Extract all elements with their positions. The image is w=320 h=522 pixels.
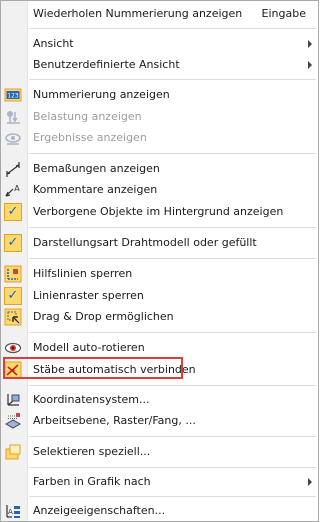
menu-item-label: Ergebnisse anzeigen (33, 131, 147, 144)
menu-item-work-plane[interactable]: Arbeitsebene, Raster/Fang, ... (1, 410, 318, 432)
menu-item-select-special[interactable]: Selektieren speziell... (1, 441, 318, 463)
menu-item-wireframe-or-solid[interactable]: ✓ Darstellungsart Drahtmodell oder gefül… (1, 232, 318, 254)
menu-item-coordinate-system[interactable]: Koordinatensystem... (1, 389, 318, 411)
separator (29, 153, 316, 154)
svg-text:A: A (8, 508, 13, 516)
separator (29, 467, 316, 468)
menu-item-show-numbering[interactable]: 123 Nummerierung anzeigen (1, 84, 318, 106)
menu-item-label: Koordinatensystem... (33, 393, 150, 406)
svg-text:A: A (14, 184, 20, 193)
checkmark-icon: ✓ (4, 287, 22, 305)
menu-item-show-dimensions[interactable]: Bemaßungen anzeigen (1, 158, 318, 180)
work-plane-icon (4, 413, 22, 429)
menu-item-label: Verborgene Objekte im Hintergrund anzeig… (33, 205, 284, 218)
menu-item-display-properties[interactable]: A Anzeigeeigenschaften... (1, 500, 318, 522)
menu-item-show-load[interactable]: Belastung anzeigen (1, 106, 318, 128)
menu-item-custom-view[interactable]: Benutzerdefinierte Ansicht (1, 54, 318, 76)
menu-item-label: Selektieren speziell... (33, 445, 151, 458)
dimension-icon (6, 162, 20, 177)
menu-item-auto-rotate[interactable]: Modell auto-rotieren (1, 337, 318, 359)
menu-item-label: Wiederholen Nummerierung anzeigen (33, 7, 243, 20)
menu-item-label: Arbeitsebene, Raster/Fang, ... (33, 414, 196, 427)
menu-item-label: Kommentare anzeigen (33, 183, 158, 196)
submenu-arrow-icon (308, 40, 312, 48)
eye-rotate-icon (4, 342, 22, 354)
separator (29, 227, 316, 228)
highlight-frame (3, 357, 183, 379)
separator (29, 385, 316, 386)
menu-item-view[interactable]: Ansicht (1, 33, 318, 55)
svg-text:123: 123 (7, 93, 19, 100)
menu-item-label: Anzeigeeigenschaften... (33, 504, 166, 517)
menu-item-label: Hilfslinien sperren (33, 267, 133, 280)
separator (29, 79, 316, 80)
select-special-icon (5, 444, 21, 460)
menu-item-show-comments[interactable]: A Kommentare anzeigen (1, 179, 318, 201)
results-icon (5, 133, 21, 145)
separator (29, 436, 316, 437)
menu-item-label: Modell auto-rotieren (33, 341, 145, 354)
load-icon (7, 111, 20, 124)
menu-item-label: Bemaßungen anzeigen (33, 162, 160, 175)
menu-item-show-hidden-objects[interactable]: ✓ Verborgene Objekte im Hintergrund anze… (1, 201, 318, 223)
separator (29, 332, 316, 333)
submenu-arrow-icon (308, 478, 312, 486)
checkmark-icon: ✓ (4, 234, 22, 252)
menu-item-label: Farben in Grafik nach (33, 475, 151, 488)
menu-item-label: Darstellungsart Drahtmodell oder gefüllt (33, 236, 257, 249)
comment-icon: A (5, 184, 20, 197)
menu-item-show-results[interactable]: Ergebnisse anzeigen (1, 127, 318, 149)
checkmark-icon: ✓ (4, 203, 22, 221)
separator (29, 496, 316, 497)
context-menu: Wiederholen Nummerierung anzeigen Eingab… (0, 0, 319, 522)
menu-item-label: Linienraster sperren (33, 289, 144, 302)
menu-item-drag-drop[interactable]: Drag & Drop ermöglichen (1, 306, 318, 328)
submenu-arrow-icon (308, 61, 312, 69)
menu-item-colors-in-graphics[interactable]: Farben in Grafik nach (1, 471, 318, 493)
menu-item-label: Benutzerdefinierte Ansicht (33, 58, 180, 71)
menu-item-lock-grid[interactable]: ✓ Linienraster sperren (1, 285, 318, 307)
menu-item-lock-guidelines[interactable]: Hilfslinien sperren (1, 263, 318, 285)
menu-item-label: Drag & Drop ermöglichen (33, 310, 174, 323)
shortcut-label: Eingabe (261, 7, 306, 20)
menu-item-label: Belastung anzeigen (33, 110, 142, 123)
lock-guidelines-icon (4, 265, 22, 283)
separator (29, 258, 316, 259)
display-properties-icon: A (6, 505, 20, 518)
drag-drop-icon (4, 308, 22, 326)
coordinate-system-icon (7, 394, 20, 406)
menu-item-repeat-numbering[interactable]: Wiederholen Nummerierung anzeigen Eingab… (1, 3, 318, 25)
menu-item-label: Ansicht (33, 37, 74, 50)
numbering-123-icon: 123 (4, 88, 22, 102)
menu-item-label: Nummerierung anzeigen (33, 88, 170, 101)
separator (29, 28, 316, 29)
